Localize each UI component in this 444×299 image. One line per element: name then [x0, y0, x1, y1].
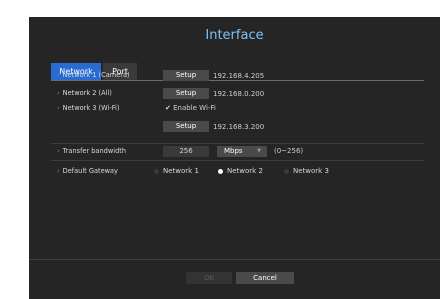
bandwidth-label: Transfer bandwidth [62, 147, 127, 155]
network1-ip: 192.168.4.205 [213, 72, 265, 80]
bullet-icon: › [57, 147, 60, 155]
radio-off-icon [154, 168, 159, 174]
bandwidth-unit-select[interactable]: Mbps ▼ [217, 146, 267, 157]
radio-off-icon [284, 168, 289, 174]
network3-label: Network 3 (Wi-Fi) [62, 104, 120, 112]
radio-on-icon [218, 168, 223, 174]
network2-ip: 192.168.0.200 [213, 90, 265, 98]
gateway-option-network2[interactable]: Network 2 [218, 167, 263, 175]
enable-wifi-label: Enable Wi-Fi [173, 104, 216, 112]
enable-wifi-checkbox[interactable]: ✔ Enable Wi-Fi [165, 104, 216, 112]
bullet-icon: › [57, 104, 60, 112]
gateway-option-label: Network 3 [293, 167, 329, 175]
bandwidth-input[interactable]: 256 [163, 146, 209, 157]
chevron-down-icon: ▼ [257, 148, 261, 154]
section-divider [51, 160, 424, 161]
network3-ip: 192.168.3.200 [213, 123, 265, 131]
network2-setup-button[interactable]: Setup [163, 88, 209, 99]
bullet-icon: › [57, 71, 60, 79]
gateway-option-network1[interactable]: Network 1 [154, 167, 199, 175]
network1-label: Network 1 (Camera) [62, 71, 130, 79]
ok-button[interactable]: OK [186, 272, 232, 284]
bandwidth-unit-value: Mbps [224, 147, 243, 155]
dialog-title: Interface [205, 28, 264, 43]
section-divider [51, 143, 424, 144]
bandwidth-row-label: › Transfer bandwidth [57, 147, 126, 155]
cancel-button[interactable]: Cancel [236, 272, 294, 284]
network3-setup-button[interactable]: Setup [163, 121, 209, 132]
bandwidth-range: (0~256) [274, 147, 304, 155]
footer-divider [29, 259, 440, 260]
bullet-icon: › [57, 89, 60, 97]
interface-dialog: Interface Network Port › Network 1 (Camer… [29, 17, 440, 299]
gateway-label: Default Gateway [62, 167, 118, 175]
network2-label: Network 2 (All) [62, 89, 112, 97]
network1-setup-button[interactable]: Setup [163, 70, 209, 81]
network1-row-label: › Network 1 (Camera) [57, 71, 130, 79]
gateway-option-network3[interactable]: Network 3 [284, 167, 329, 175]
gateway-option-label: Network 1 [163, 167, 199, 175]
network2-row-label: › Network 2 (All) [57, 89, 112, 97]
check-icon: ✔ [165, 104, 171, 112]
gateway-row-label: › Default Gateway [57, 167, 118, 175]
tab-underline [51, 80, 424, 81]
gateway-option-label: Network 2 [227, 167, 263, 175]
bullet-icon: › [57, 167, 60, 175]
network3-row-label: › Network 3 (Wi-Fi) [57, 104, 119, 112]
